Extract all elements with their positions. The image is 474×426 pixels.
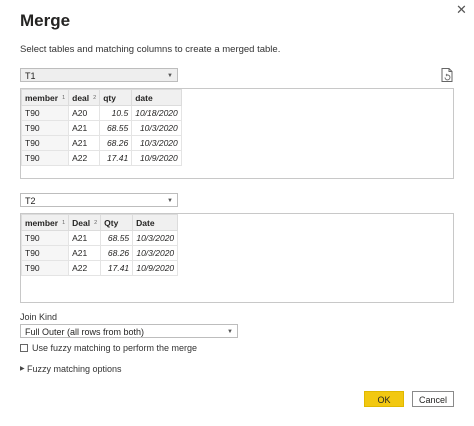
table-row: T90 A21 68.26 10/3/2020 bbox=[20, 135, 182, 151]
table-cell: 68.26 bbox=[100, 245, 134, 261]
chevron-down-icon: ▼ bbox=[167, 73, 173, 79]
sort-order-indicator: 1 bbox=[62, 220, 66, 227]
table-cell: T90 bbox=[20, 150, 70, 166]
table-row: T90 A22 17.41 10/9/2020 bbox=[20, 150, 182, 166]
sort-order-indicator: 2 bbox=[94, 220, 98, 227]
table-row: T90 A21 68.55 10/3/2020 bbox=[20, 230, 179, 246]
table-cell: 68.55 bbox=[99, 120, 133, 136]
table1-dropdown-value: T1 bbox=[25, 71, 36, 81]
column-header[interactable]: deal 2 bbox=[68, 89, 101, 106]
table-cell: A20 bbox=[68, 105, 101, 121]
join-kind-dropdown[interactable]: Full Outer (all rows from both) ▼ bbox=[20, 324, 238, 338]
table-row: T90 A21 68.26 10/3/2020 bbox=[20, 245, 179, 261]
join-kind-value: Full Outer (all rows from both) bbox=[25, 327, 145, 337]
join-kind-label: Join Kind bbox=[20, 312, 58, 322]
sort-order-indicator: 2 bbox=[93, 95, 97, 102]
column-header-label: member bbox=[25, 92, 59, 103]
table-cell: 68.55 bbox=[100, 230, 134, 246]
column-header-label: Qty bbox=[104, 217, 119, 228]
table2-dropdown-value: T2 bbox=[25, 196, 36, 206]
fuzzy-matching-label[interactable]: Use fuzzy matching to perform the merge bbox=[32, 343, 197, 353]
fuzzy-options-expander[interactable]: Fuzzy matching options bbox=[27, 364, 122, 374]
table-cell: A21 bbox=[68, 135, 101, 151]
table-cell: 10/18/2020 bbox=[131, 105, 182, 121]
table-cell: 10/9/2020 bbox=[132, 260, 179, 276]
table-cell: A21 bbox=[68, 245, 102, 261]
column-header-label: member bbox=[25, 217, 59, 228]
table-cell: 10.5 bbox=[99, 105, 133, 121]
column-header-label: date bbox=[135, 92, 153, 103]
column-header-label: Date bbox=[136, 217, 155, 228]
table-cell: 10/3/2020 bbox=[132, 230, 179, 246]
table-cell: 10/3/2020 bbox=[132, 245, 179, 261]
table-cell: T90 bbox=[20, 260, 70, 276]
table-cell: A21 bbox=[68, 120, 101, 136]
table1-dropdown[interactable]: T1 ▼ bbox=[20, 68, 178, 82]
table-cell: T90 bbox=[20, 135, 70, 151]
table-cell: T90 bbox=[20, 105, 70, 121]
table-row: T90 A21 68.55 10/3/2020 bbox=[20, 120, 182, 136]
triangle-right-icon[interactable]: ▶ bbox=[20, 365, 25, 372]
fuzzy-matching-checkbox[interactable] bbox=[20, 344, 28, 352]
table-row: T90 A20 10.5 10/18/2020 bbox=[20, 105, 182, 121]
column-header[interactable]: Qty bbox=[100, 214, 134, 231]
table1-grid: member 1 deal 2 qty date T90 A20 10.5 10/18/2020… bbox=[20, 89, 182, 166]
table-cell: 17.41 bbox=[99, 150, 133, 166]
table-row: T90 A22 17.41 10/9/2020 bbox=[20, 260, 179, 276]
cancel-button[interactable]: Cancel bbox=[412, 391, 454, 407]
table2-grid: member 1 Deal 2 Qty Date T90 A21 68.55 10/3/2020… bbox=[20, 214, 179, 276]
table-cell: 68.26 bbox=[99, 135, 133, 151]
column-header-label: deal bbox=[72, 92, 90, 103]
sort-order-indicator: 1 bbox=[62, 95, 66, 102]
chevron-down-icon: ▼ bbox=[167, 198, 173, 204]
table-cell: T90 bbox=[20, 245, 70, 261]
table-cell: A22 bbox=[68, 150, 101, 166]
table-cell: 10/9/2020 bbox=[131, 150, 182, 166]
column-header-label: qty bbox=[103, 92, 116, 103]
column-header-label: Deal bbox=[72, 217, 91, 228]
ok-button[interactable]: OK bbox=[364, 391, 404, 407]
table-cell: T90 bbox=[20, 120, 70, 136]
chevron-down-icon: ▼ bbox=[227, 329, 233, 335]
table-cell: A22 bbox=[68, 260, 102, 276]
file-refresh-icon[interactable] bbox=[441, 68, 453, 82]
table-cell: A21 bbox=[68, 230, 102, 246]
table-cell: 17.41 bbox=[100, 260, 134, 276]
table1-preview: member 1 deal 2 qty date T90 A20 10.5 10/18/2020… bbox=[20, 88, 454, 179]
close-icon[interactable]: ✕ bbox=[456, 2, 467, 18]
table-cell: 10/3/2020 bbox=[131, 135, 182, 151]
table-cell: T90 bbox=[20, 230, 70, 246]
column-header[interactable]: member 1 bbox=[20, 89, 70, 106]
column-header[interactable]: Date bbox=[132, 214, 179, 231]
table2-dropdown[interactable]: T2 ▼ bbox=[20, 193, 178, 207]
table2-preview: member 1 Deal 2 Qty Date T90 A21 68.55 10/3/2020… bbox=[20, 213, 454, 303]
column-header[interactable]: qty bbox=[99, 89, 133, 106]
column-header[interactable]: Deal 2 bbox=[68, 214, 102, 231]
column-header[interactable]: member 1 bbox=[20, 214, 70, 231]
dialog-subtitle: Select tables and matching columns to cr… bbox=[20, 44, 281, 55]
table-cell: 10/3/2020 bbox=[131, 120, 182, 136]
column-header[interactable]: date bbox=[131, 89, 182, 106]
dialog-title: Merge bbox=[20, 11, 71, 30]
